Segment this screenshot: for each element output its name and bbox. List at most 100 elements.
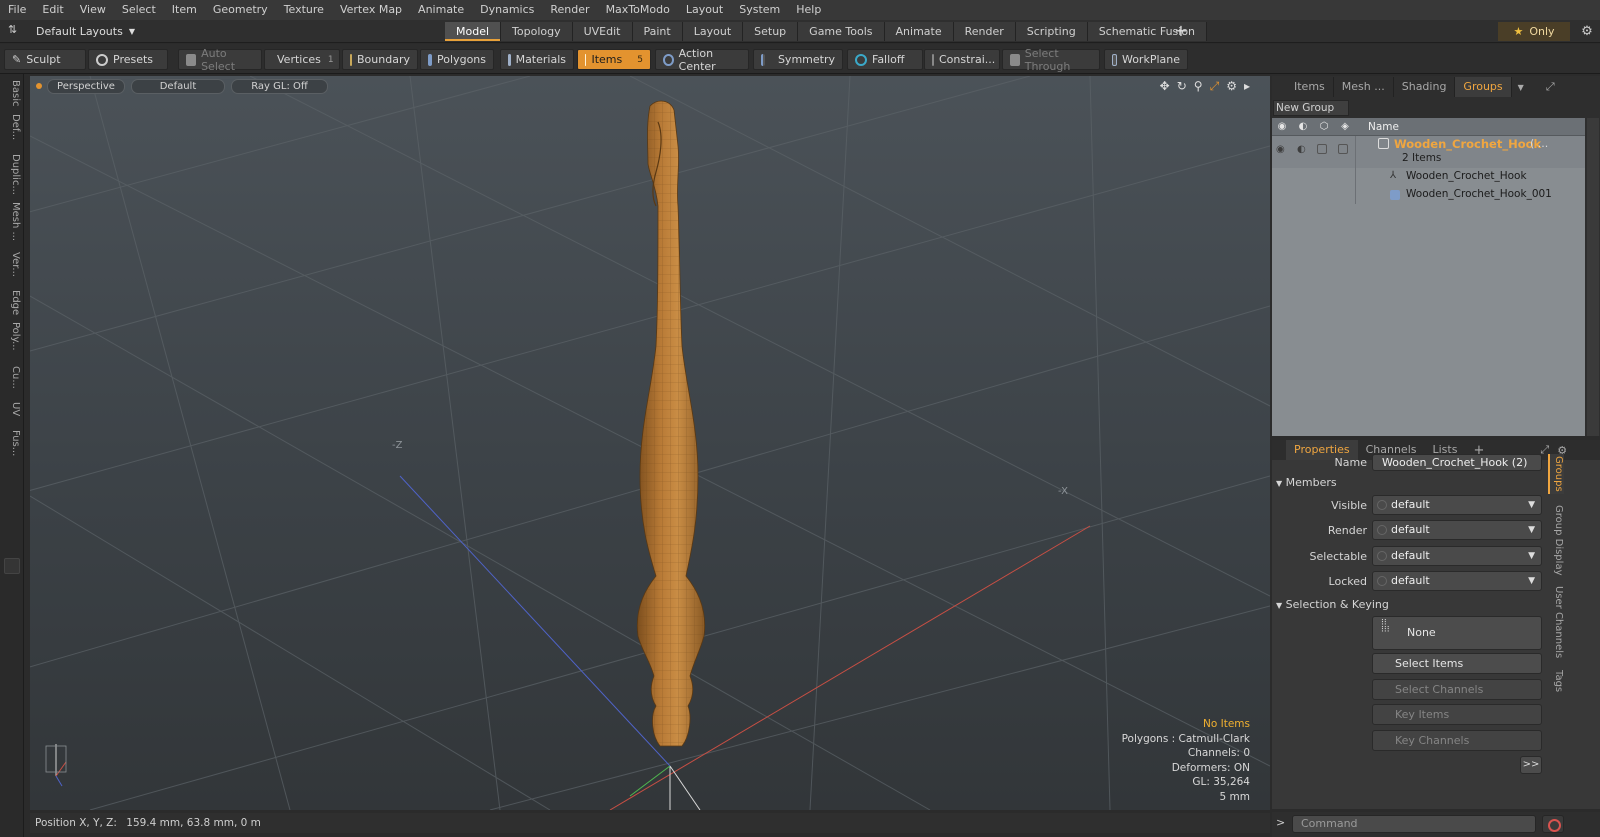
- select-items-button[interactable]: Select Items: [1372, 653, 1542, 674]
- left-tab-mesh[interactable]: Mesh ...: [3, 202, 21, 241]
- left-tab-edge[interactable]: Edge: [3, 290, 21, 315]
- left-tab-polygon[interactable]: Poly...: [3, 322, 21, 351]
- left-tab-fusion[interactable]: Fus...: [3, 430, 21, 456]
- lock-icon[interactable]: ⬡: [1317, 120, 1331, 134]
- raygl-toggle[interactable]: Ray GL: Off: [231, 79, 328, 94]
- menu-maxtomodo[interactable]: MaxToModo: [598, 0, 678, 20]
- tab-shading[interactable]: Shading: [1394, 77, 1456, 97]
- boundary-button[interactable]: Boundary: [342, 49, 418, 70]
- sculpt-button[interactable]: ✎ Sculpt: [4, 49, 86, 70]
- chevron-down-icon[interactable]: ▼: [1518, 83, 1524, 92]
- menu-dynamics[interactable]: Dynamics: [472, 0, 542, 20]
- left-tab-deform[interactable]: Def...: [3, 114, 21, 140]
- rotate-icon[interactable]: ↻: [1177, 79, 1187, 94]
- materials-button[interactable]: Materials: [500, 49, 574, 70]
- menu-system[interactable]: System: [731, 0, 788, 20]
- select-toggle-icon[interactable]: [1338, 144, 1348, 154]
- tab-paint[interactable]: Paint: [632, 22, 683, 41]
- menu-layout[interactable]: Layout: [678, 0, 731, 20]
- tab-render[interactable]: Render: [953, 22, 1016, 41]
- locked-dropdown[interactable]: default ▼: [1372, 571, 1542, 591]
- gear-icon[interactable]: ⚙: [1578, 22, 1596, 41]
- side-tab-group-display[interactable]: Group Display: [1548, 504, 1564, 576]
- tab-items[interactable]: Items: [1286, 77, 1334, 97]
- tab-setup[interactable]: Setup: [743, 22, 799, 41]
- eye-toggle-icon[interactable]: ◉: [1276, 144, 1285, 155]
- lock-toggle-icon[interactable]: [1317, 144, 1327, 154]
- render-toggle-icon[interactable]: ◐: [1297, 144, 1306, 155]
- constraints-button[interactable]: Constrai...: [924, 49, 1000, 70]
- expand-arrow-icon[interactable]: ▸: [1244, 79, 1250, 94]
- only-button[interactable]: ★ Only: [1498, 22, 1570, 41]
- none-button[interactable]: ⁝⁝ ⁝⁝⁝ None: [1372, 616, 1542, 650]
- symmetry-button[interactable]: Symmetry: [753, 49, 843, 70]
- left-tab-duplicate[interactable]: Duplic...: [3, 154, 21, 195]
- settings-icon[interactable]: ⚙: [1226, 79, 1237, 94]
- more-button[interactable]: >>: [1520, 756, 1542, 774]
- tab-groups[interactable]: Groups: [1455, 77, 1512, 97]
- workplane-button[interactable]: WorkPlane: [1104, 49, 1188, 70]
- shading-dropdown[interactable]: Default: [131, 79, 225, 94]
- menu-file[interactable]: File: [0, 0, 34, 20]
- menu-texture[interactable]: Texture: [276, 0, 332, 20]
- viewport-menu-dot[interactable]: [36, 83, 42, 89]
- members-section[interactable]: ▼ Members: [1276, 476, 1337, 489]
- side-tab-tags[interactable]: Tags: [1548, 666, 1564, 696]
- key-channels-button[interactable]: Key Channels: [1372, 730, 1542, 751]
- left-tab-basic[interactable]: Basic: [3, 80, 21, 106]
- group-child-row[interactable]: ⅄ Wooden_Crochet_Hook: [1272, 168, 1585, 186]
- zoom-icon[interactable]: ⚲: [1194, 79, 1203, 94]
- tab-scripting[interactable]: Scripting: [1015, 22, 1088, 41]
- tab-animate[interactable]: Animate: [884, 22, 954, 41]
- menu-select[interactable]: Select: [114, 0, 164, 20]
- tab-game-tools[interactable]: Game Tools: [798, 22, 885, 41]
- render-icon[interactable]: ◐: [1296, 120, 1310, 134]
- side-tab-user-channels[interactable]: User Channels: [1548, 584, 1564, 660]
- select-through-button[interactable]: Select Through: [1002, 47, 1100, 73]
- action-center-button[interactable]: Action Center: [655, 47, 749, 73]
- layout-swap-icon[interactable]: ⇅: [8, 23, 17, 36]
- left-tab-uv[interactable]: UV: [3, 402, 21, 416]
- record-icon[interactable]: [1542, 815, 1564, 833]
- layout-selector[interactable]: Default Layouts ▼: [36, 23, 166, 40]
- polygons-button[interactable]: Polygons: [420, 49, 494, 70]
- groups-scrollbar[interactable]: [1587, 118, 1599, 436]
- render-dropdown[interactable]: default ▼: [1372, 520, 1542, 540]
- group-child-row[interactable]: Wooden_Crochet_Hook_001: [1272, 186, 1585, 204]
- falloff-button[interactable]: Falloff: [847, 49, 923, 70]
- menu-vertex-map[interactable]: Vertex Map: [332, 0, 410, 20]
- tab-model[interactable]: Model: [445, 22, 502, 41]
- menu-edit[interactable]: Edit: [34, 0, 71, 20]
- menu-help[interactable]: Help: [788, 0, 829, 20]
- tab-uvedit[interactable]: UVEdit: [572, 22, 633, 41]
- maximize-icon[interactable]: ⤢: [1210, 79, 1220, 94]
- select-icon[interactable]: ◈: [1338, 120, 1352, 134]
- name-field[interactable]: Wooden_Crochet_Hook (2): [1372, 454, 1542, 471]
- tab-mesh[interactable]: Mesh ...: [1334, 77, 1394, 97]
- menu-render[interactable]: Render: [542, 0, 597, 20]
- presets-button[interactable]: Presets: [88, 49, 168, 70]
- items-button[interactable]: Items 5: [577, 49, 651, 70]
- new-group-button[interactable]: New Group: [1273, 100, 1349, 116]
- vertices-button[interactable]: Vertices 1: [264, 49, 340, 70]
- visible-dropdown[interactable]: default ▼: [1372, 495, 1542, 515]
- select-channels-button[interactable]: Select Channels: [1372, 679, 1542, 700]
- menu-item[interactable]: Item: [164, 0, 205, 20]
- eye-icon[interactable]: ◉: [1275, 120, 1289, 134]
- pan-icon[interactable]: ✥: [1160, 79, 1170, 94]
- selection-keying-section[interactable]: ▼ Selection & Keying: [1276, 598, 1389, 611]
- selectable-dropdown[interactable]: default ▼: [1372, 546, 1542, 566]
- side-tab-groups[interactable]: Groups: [1548, 454, 1564, 494]
- group-row[interactable]: ◉ ◐ Wooden_Crochet_Hook ( ... 2 Items: [1272, 136, 1585, 168]
- key-items-button[interactable]: Key Items: [1372, 704, 1542, 725]
- view-mode-dropdown[interactable]: Perspective: [47, 79, 125, 94]
- menu-view[interactable]: View: [72, 0, 114, 20]
- left-tab-vertex[interactable]: Ver...: [3, 252, 21, 277]
- auto-select-button[interactable]: Auto Select: [178, 47, 262, 73]
- menu-animate[interactable]: Animate: [410, 0, 472, 20]
- 3d-viewport[interactable]: -Z -X Perspective Default Ray GL: Off ✥ …: [30, 76, 1270, 810]
- expand-icon[interactable]: [4, 558, 20, 574]
- menu-geometry[interactable]: Geometry: [205, 0, 276, 20]
- add-tab-icon[interactable]: +: [1172, 22, 1190, 41]
- left-tab-curve[interactable]: Cu...: [3, 366, 21, 389]
